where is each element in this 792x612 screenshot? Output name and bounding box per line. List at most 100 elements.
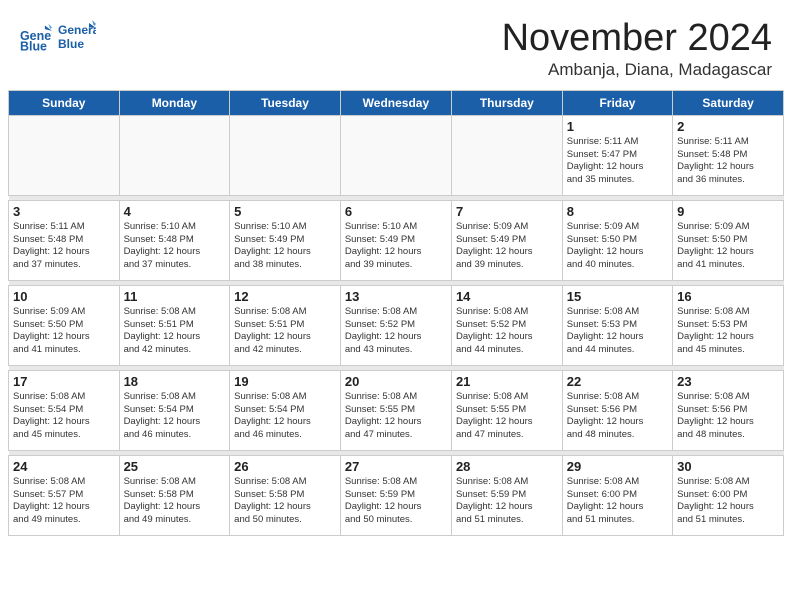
day-number: 13 — [345, 289, 447, 304]
col-monday: Monday — [119, 90, 230, 115]
day-info: Sunrise: 5:08 AM Sunset: 5:58 PM Dayligh… — [124, 476, 226, 527]
day-number: 30 — [677, 459, 779, 474]
day-info: Sunrise: 5:08 AM Sunset: 5:59 PM Dayligh… — [456, 476, 558, 527]
day-info: Sunrise: 5:08 AM Sunset: 5:54 PM Dayligh… — [234, 391, 336, 442]
calendar-cell: 3Sunrise: 5:11 AM Sunset: 5:48 PM Daylig… — [9, 200, 120, 280]
day-number: 4 — [124, 204, 226, 219]
day-info: Sunrise: 5:08 AM Sunset: 6:00 PM Dayligh… — [567, 476, 668, 527]
week-row-4: 17Sunrise: 5:08 AM Sunset: 5:54 PM Dayli… — [9, 370, 784, 450]
svg-text:Blue: Blue — [58, 37, 84, 51]
day-info: Sunrise: 5:08 AM Sunset: 5:53 PM Dayligh… — [567, 306, 668, 357]
day-info: Sunrise: 5:08 AM Sunset: 5:54 PM Dayligh… — [13, 391, 115, 442]
day-number: 1 — [567, 119, 668, 134]
calendar-cell: 11 Sunrise: 5:08 AM Sunset: 5:51 PM Dayli… — [119, 285, 230, 365]
day-info: Sunrise: 5:09 AM Sunset: 5:50 PM Dayligh… — [567, 221, 668, 272]
day-number: 14 — [456, 289, 558, 304]
calendar-cell: 12 Sunrise: 5:08 AM Sunset: 5:51 PM Dayli… — [230, 285, 341, 365]
day-number: 22 — [567, 374, 668, 389]
calendar-cell: 13Sunrise: 5:08 AM Sunset: 5:52 PM Dayli… — [340, 285, 451, 365]
header: General Blue General Blue November 2024 … — [0, 0, 792, 90]
calendar-cell: 30 Sunrise: 5:08 AM Sunset: 6:00 PM Dayli… — [673, 455, 784, 535]
day-number: 2 — [677, 119, 779, 134]
day-info: Sunrise: 5:08 AM Sunset: 5:55 PM Dayligh… — [456, 391, 558, 442]
week-row-1: 1 Sunrise: 5:11 AM Sunset: 5:47 PM Daylig… — [9, 115, 784, 195]
calendar-cell: 23 Sunrise: 5:08 AM Sunset: 5:56 PM Dayli… — [673, 370, 784, 450]
week-row-3: 10 Sunrise: 5:09 AM Sunset: 5:50 PM Dayli… — [9, 285, 784, 365]
calendar-cell: 9Sunrise: 5:09 AM Sunset: 5:50 PM Daylig… — [673, 200, 784, 280]
week-row-2: 3Sunrise: 5:11 AM Sunset: 5:48 PM Daylig… — [9, 200, 784, 280]
day-info: Sunrise: 5:08 AM Sunset: 5:56 PM Dayligh… — [677, 391, 779, 442]
day-info: Sunrise: 5:08 AM Sunset: 5:52 PM Dayligh… — [456, 306, 558, 357]
calendar-cell — [9, 115, 120, 195]
calendar-cell: 25Sunrise: 5:08 AM Sunset: 5:58 PM Dayli… — [119, 455, 230, 535]
calendar-header-row: Sunday Monday Tuesday Wednesday Thursday… — [9, 90, 784, 115]
col-thursday: Thursday — [451, 90, 562, 115]
svg-text:Blue: Blue — [20, 39, 47, 53]
day-number: 10 — [13, 289, 115, 304]
col-sunday: Sunday — [9, 90, 120, 115]
day-number: 19 — [234, 374, 336, 389]
calendar-cell: 6 Sunrise: 5:10 AM Sunset: 5:49 PM Daylig… — [340, 200, 451, 280]
calendar-cell: 16 Sunrise: 5:08 AM Sunset: 5:53 PM Dayli… — [673, 285, 784, 365]
calendar-cell: 29 Sunrise: 5:08 AM Sunset: 6:00 PM Dayli… — [562, 455, 672, 535]
day-info: Sunrise: 5:08 AM Sunset: 5:59 PM Dayligh… — [345, 476, 447, 527]
calendar-cell: 28Sunrise: 5:08 AM Sunset: 5:59 PM Dayli… — [451, 455, 562, 535]
day-info: Sunrise: 5:10 AM Sunset: 5:49 PM Dayligh… — [234, 221, 336, 272]
day-info: Sunrise: 5:08 AM Sunset: 5:57 PM Dayligh… — [13, 476, 115, 527]
calendar-cell: 22Sunrise: 5:08 AM Sunset: 5:56 PM Dayli… — [562, 370, 672, 450]
calendar-cell: 26Sunrise: 5:08 AM Sunset: 5:58 PM Dayli… — [230, 455, 341, 535]
calendar-cell — [340, 115, 451, 195]
day-number: 3 — [13, 204, 115, 219]
day-number: 16 — [677, 289, 779, 304]
calendar-cell: 7 Sunrise: 5:09 AM Sunset: 5:49 PM Daylig… — [451, 200, 562, 280]
day-number: 6 — [345, 204, 447, 219]
month-title: November 2024 — [502, 18, 772, 60]
day-info: Sunrise: 5:09 AM Sunset: 5:49 PM Dayligh… — [456, 221, 558, 272]
calendar-cell: 21Sunrise: 5:08 AM Sunset: 5:55 PM Dayli… — [451, 370, 562, 450]
day-number: 23 — [677, 374, 779, 389]
day-number: 27 — [345, 459, 447, 474]
calendar-cell: 20Sunrise: 5:08 AM Sunset: 5:55 PM Dayli… — [340, 370, 451, 450]
calendar-table: Sunday Monday Tuesday Wednesday Thursday… — [8, 90, 784, 536]
logo: General Blue General Blue — [20, 18, 96, 58]
calendar-cell: 14 Sunrise: 5:08 AM Sunset: 5:52 PM Dayli… — [451, 285, 562, 365]
day-info: Sunrise: 5:08 AM Sunset: 5:51 PM Dayligh… — [234, 306, 336, 357]
calendar-cell: 5 Sunrise: 5:10 AM Sunset: 5:49 PM Daylig… — [230, 200, 341, 280]
calendar-cell — [451, 115, 562, 195]
col-wednesday: Wednesday — [340, 90, 451, 115]
day-info: Sunrise: 5:09 AM Sunset: 5:50 PM Dayligh… — [13, 306, 115, 357]
calendar-cell — [230, 115, 341, 195]
day-number: 5 — [234, 204, 336, 219]
logo-bird-icon: General Blue — [56, 18, 96, 58]
calendar-cell: 8 Sunrise: 5:09 AM Sunset: 5:50 PM Daylig… — [562, 200, 672, 280]
day-number: 9 — [677, 204, 779, 219]
day-number: 8 — [567, 204, 668, 219]
calendar-cell: 4 Sunrise: 5:10 AM Sunset: 5:48 PM Daylig… — [119, 200, 230, 280]
location-title: Ambanja, Diana, Madagascar — [502, 60, 772, 80]
day-number: 26 — [234, 459, 336, 474]
day-number: 20 — [345, 374, 447, 389]
day-info: Sunrise: 5:08 AM Sunset: 5:53 PM Dayligh… — [677, 306, 779, 357]
col-saturday: Saturday — [673, 90, 784, 115]
day-number: 24 — [13, 459, 115, 474]
col-friday: Friday — [562, 90, 672, 115]
day-info: Sunrise: 5:08 AM Sunset: 5:51 PM Dayligh… — [124, 306, 226, 357]
day-info: Sunrise: 5:08 AM Sunset: 6:00 PM Dayligh… — [677, 476, 779, 527]
calendar-cell: 1 Sunrise: 5:11 AM Sunset: 5:47 PM Daylig… — [562, 115, 672, 195]
day-number: 12 — [234, 289, 336, 304]
day-number: 18 — [124, 374, 226, 389]
day-number: 29 — [567, 459, 668, 474]
calendar-cell: 2Sunrise: 5:11 AM Sunset: 5:48 PM Daylig… — [673, 115, 784, 195]
calendar-cell: 10 Sunrise: 5:09 AM Sunset: 5:50 PM Dayli… — [9, 285, 120, 365]
day-info: Sunrise: 5:11 AM Sunset: 5:47 PM Dayligh… — [567, 136, 668, 187]
week-row-5: 24 Sunrise: 5:08 AM Sunset: 5:57 PM Dayli… — [9, 455, 784, 535]
day-info: Sunrise: 5:10 AM Sunset: 5:48 PM Dayligh… — [124, 221, 226, 272]
day-info: Sunrise: 5:10 AM Sunset: 5:49 PM Dayligh… — [345, 221, 447, 272]
calendar-cell: 18Sunrise: 5:08 AM Sunset: 5:54 PM Dayli… — [119, 370, 230, 450]
title-area: November 2024 Ambanja, Diana, Madagascar — [502, 18, 772, 80]
calendar-cell: 17Sunrise: 5:08 AM Sunset: 5:54 PM Dayli… — [9, 370, 120, 450]
day-number: 11 — [124, 289, 226, 304]
day-number: 15 — [567, 289, 668, 304]
day-number: 7 — [456, 204, 558, 219]
logo-icon: General Blue — [20, 22, 52, 54]
